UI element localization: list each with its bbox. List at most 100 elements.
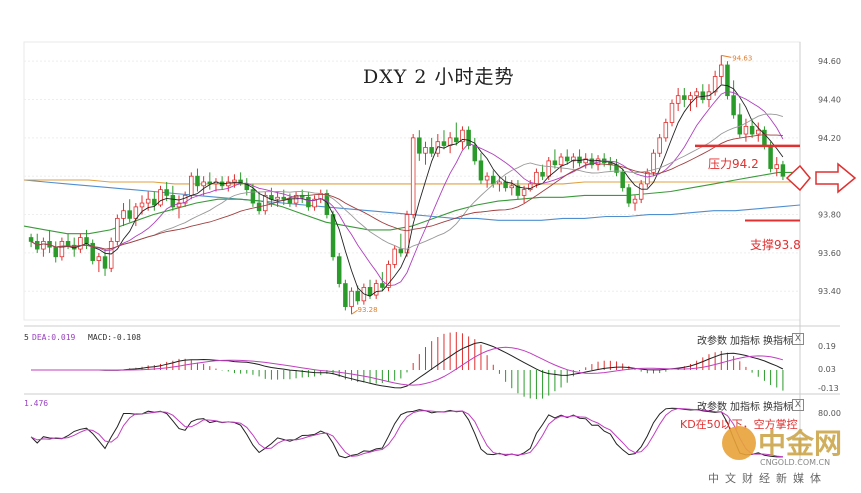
candle-body [478, 160, 484, 181]
kd-close-button[interactable]: X [792, 399, 804, 411]
candle-body [429, 147, 434, 154]
candle-body [534, 171, 539, 185]
macd-switch-indicator-button[interactable]: 换指标 [763, 332, 793, 347]
candle-body [620, 171, 625, 189]
candle-body [41, 240, 46, 250]
support-label: 支撑93.8 [750, 238, 801, 252]
y-tick-label: 94.60 [818, 57, 841, 66]
candle-body [540, 171, 545, 177]
candle-body [349, 290, 354, 307]
candle-body [121, 210, 126, 219]
candle-body [53, 246, 58, 258]
kd-add-indicator-button[interactable]: 加指标 [730, 398, 760, 413]
candle-body [201, 181, 206, 187]
candle-body [491, 175, 496, 185]
candle-body [343, 283, 348, 307]
candle-body [108, 240, 114, 269]
candle-body [731, 95, 736, 116]
macd-label-2: DEA:0.019 [32, 333, 76, 342]
macd-params-button[interactable]: 改参数 [697, 332, 727, 347]
candle-body [164, 189, 169, 196]
candle-body [688, 95, 693, 100]
chart-title: DXY 2 小时走势 [363, 66, 515, 88]
candle-body [719, 64, 724, 77]
macd-add-indicator-button[interactable]: 加指标 [730, 332, 760, 347]
candle-body [275, 196, 280, 200]
macd-label-1: 5 [24, 333, 29, 342]
candle-body [226, 181, 231, 187]
candle-body [115, 217, 120, 242]
candle-body [700, 91, 706, 100]
macd-dea-line [31, 346, 784, 386]
candle-body [355, 290, 360, 302]
macd-tick-label: 0.19 [818, 342, 836, 351]
watermark-brand: 中金网 [758, 427, 843, 460]
candle-body [398, 248, 404, 254]
resistance-label: 压力94.2 [708, 157, 759, 171]
high-marker-label: 94.63 [732, 54, 752, 62]
kd-params-button[interactable]: 改参数 [697, 398, 727, 413]
candle-body [232, 179, 237, 183]
candle-body [743, 125, 749, 135]
candle-body [682, 95, 687, 100]
candle-body [59, 240, 65, 258]
candle-body [330, 214, 336, 258]
candle-body [145, 198, 151, 204]
watermark: 中金网 CNGOLD.COM.CN 中文财经新媒体 [700, 418, 860, 490]
candle-body [638, 183, 644, 200]
candle-body [380, 283, 385, 288]
candle-body [768, 145, 773, 169]
right-arrow-icon [815, 162, 857, 194]
candle-body [632, 198, 638, 204]
candle-body [657, 137, 662, 154]
kd-tick-label: 80.00 [818, 409, 841, 418]
candle-body [774, 164, 780, 169]
candle-body [367, 287, 373, 296]
y-tick-label: 94.40 [818, 96, 841, 105]
candle-body [139, 202, 145, 208]
kd-k-line [30, 407, 783, 459]
candle-body [336, 256, 342, 284]
brand-logo-icon [722, 426, 756, 460]
candle-body [626, 187, 632, 204]
candle-body [675, 95, 681, 104]
macd-label-3: MACD:-0.108 [88, 333, 141, 342]
macd-tick-label: 0.03 [818, 365, 836, 374]
candle-body [152, 198, 157, 206]
candle-body [28, 237, 34, 242]
candle-body [472, 145, 478, 162]
candle-body [96, 256, 102, 261]
candle-body [78, 237, 83, 250]
candle-body [737, 114, 743, 135]
watermark-url: CNGOLD.COM.CN [760, 458, 831, 467]
candle-body [564, 156, 570, 162]
candle-body [189, 175, 194, 196]
candle-body [392, 248, 397, 265]
candle-body [417, 137, 422, 154]
candle-body [133, 206, 139, 219]
candle-body [749, 125, 755, 135]
macd-tick-label: -0.13 [818, 384, 839, 393]
high-marker-line [721, 54, 732, 58]
candle-body [423, 147, 428, 154]
kd-label: 1.476 [24, 399, 49, 408]
candle-body [509, 185, 515, 189]
candle-body [263, 194, 268, 212]
candle-body [669, 102, 675, 123]
candle-body [546, 160, 551, 177]
down-arrow-icon [785, 164, 811, 192]
candle-body [454, 137, 459, 143]
candle-body [84, 237, 89, 244]
y-tick-label: 93.40 [818, 287, 841, 296]
candle-body [447, 137, 453, 146]
candle-body [127, 210, 132, 219]
candle-body [484, 175, 490, 181]
candle-body [306, 196, 311, 208]
macd-close-button[interactable]: X [792, 333, 804, 345]
candle-body [552, 160, 558, 166]
candle-body [756, 129, 761, 135]
watermark-tagline: 中文财经新媒体 [708, 472, 827, 485]
kd-switch-indicator-button[interactable]: 换指标 [763, 398, 793, 413]
low-marker-label: 93.28 [358, 306, 378, 314]
candle-body [287, 198, 293, 204]
